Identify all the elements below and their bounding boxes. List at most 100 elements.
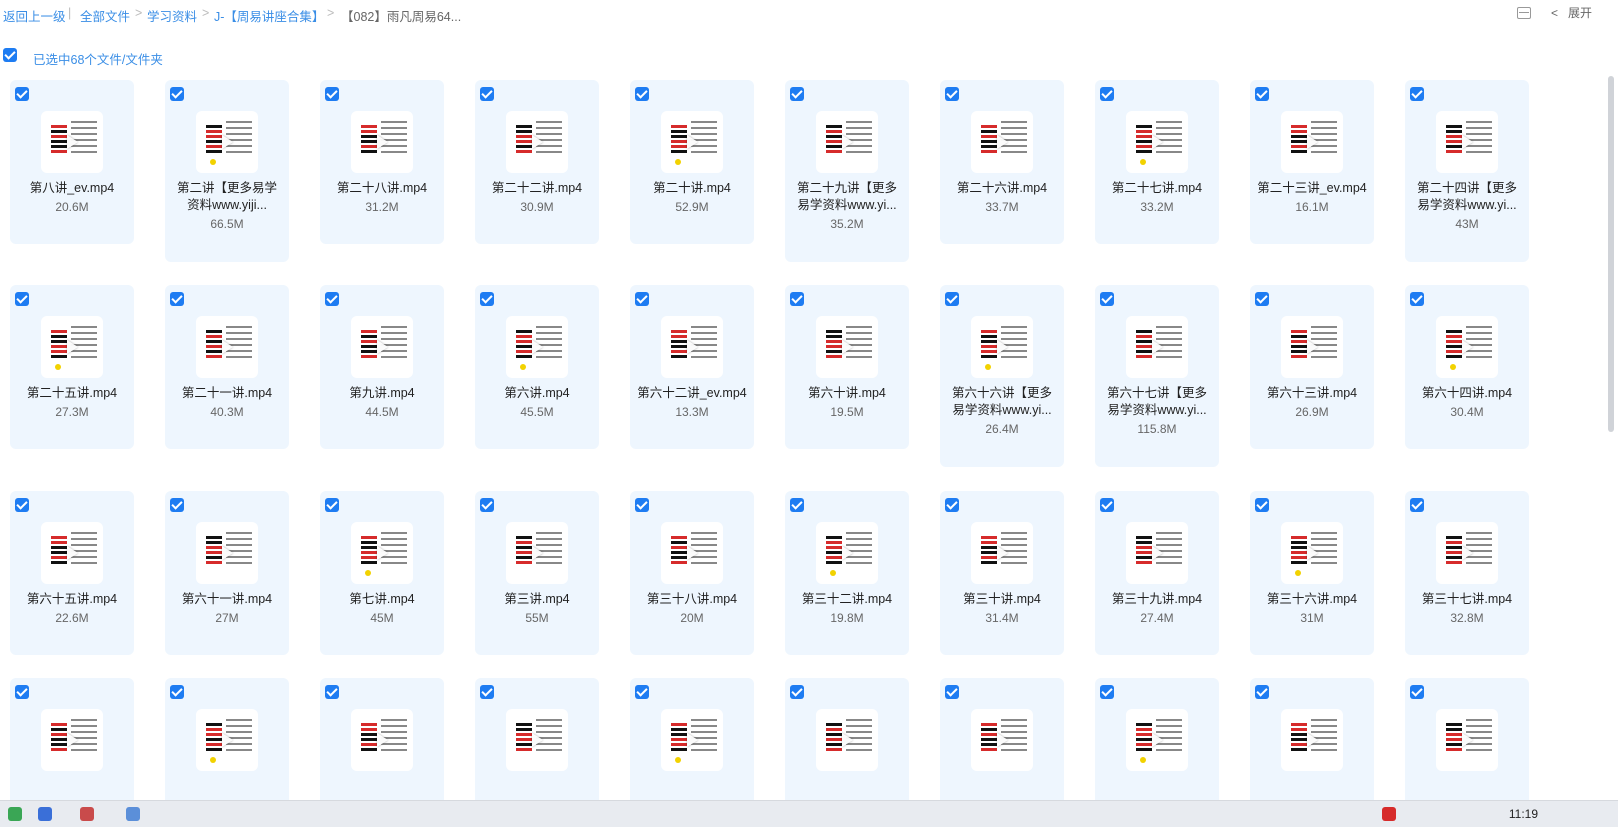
file-checkbox[interactable] (945, 292, 959, 306)
file-checkbox[interactable] (15, 498, 29, 512)
file-checkbox[interactable] (945, 685, 959, 699)
file-card[interactable]: 第二讲【更多易学资料www.yiji... 66.5M (165, 80, 289, 262)
scrollbar[interactable] (1608, 76, 1614, 432)
play-icon (687, 546, 698, 560)
file-card[interactable]: 第二十三讲_ev.mp4 16.1M (1250, 80, 1374, 244)
app-icon[interactable] (38, 807, 52, 821)
file-checkbox[interactable] (170, 87, 184, 101)
play-icon (1152, 340, 1163, 354)
file-checkbox[interactable] (480, 685, 494, 699)
file-card[interactable] (10, 678, 134, 800)
file-card[interactable]: 第三讲.mp4 55M (475, 491, 599, 655)
file-card[interactable]: 第六十三讲.mp4 26.9M (1250, 285, 1374, 449)
file-checkbox[interactable] (1100, 292, 1114, 306)
file-checkbox[interactable] (945, 87, 959, 101)
hexagram-icon (1446, 125, 1462, 155)
file-checkbox[interactable] (1255, 685, 1269, 699)
file-card[interactable]: 第三十八讲.mp4 20M (630, 491, 754, 655)
file-checkbox[interactable] (1410, 685, 1424, 699)
file-card[interactable] (1250, 678, 1374, 800)
file-checkbox[interactable] (1255, 292, 1269, 306)
file-checkbox[interactable] (635, 685, 649, 699)
file-checkbox[interactable] (1100, 498, 1114, 512)
back-link[interactable]: 返回上一级 (3, 6, 66, 25)
file-card[interactable] (1095, 678, 1219, 800)
file-card[interactable]: 第六讲.mp4 45.5M (475, 285, 599, 449)
app-icon[interactable] (126, 807, 140, 821)
file-card[interactable]: 第二十四讲【更多易学资料www.yi... 43M (1405, 80, 1529, 262)
file-card[interactable]: 第二十八讲.mp4 31.2M (320, 80, 444, 244)
breadcrumb-item-study[interactable]: 学习资料 (147, 6, 197, 25)
file-checkbox[interactable] (1100, 685, 1114, 699)
file-checkbox[interactable] (325, 292, 339, 306)
hexagram-icon (361, 536, 377, 566)
file-card[interactable]: 第三十六讲.mp4 31M (1250, 491, 1374, 655)
play-icon (1307, 733, 1318, 747)
file-checkbox[interactable] (1410, 292, 1424, 306)
file-checkbox[interactable] (480, 292, 494, 306)
file-checkbox[interactable] (1410, 498, 1424, 512)
list-view-icon[interactable] (1516, 6, 1531, 19)
file-checkbox[interactable] (635, 87, 649, 101)
app-icon[interactable] (80, 807, 94, 821)
file-card[interactable]: 第八讲_ev.mp4 20.6M (10, 80, 134, 244)
file-card[interactable]: 第六十四讲.mp4 30.4M (1405, 285, 1529, 449)
file-card[interactable]: 第三十二讲.mp4 19.8M (785, 491, 909, 655)
file-checkbox[interactable] (480, 87, 494, 101)
file-card[interactable]: 第三十九讲.mp4 27.4M (1095, 491, 1219, 655)
file-checkbox[interactable] (15, 292, 29, 306)
file-checkbox[interactable] (945, 498, 959, 512)
select-all-checkbox[interactable] (3, 48, 17, 62)
file-card[interactable] (1405, 678, 1529, 800)
clock: 11:19 (1508, 807, 1538, 821)
file-checkbox[interactable] (15, 685, 29, 699)
file-card[interactable]: 第六十五讲.mp4 22.6M (10, 491, 134, 655)
file-card[interactable] (320, 678, 444, 800)
file-checkbox[interactable] (1255, 87, 1269, 101)
file-card[interactable]: 第二十七讲.mp4 33.2M (1095, 80, 1219, 244)
file-checkbox[interactable] (325, 685, 339, 699)
file-card[interactable] (785, 678, 909, 800)
collapse-chevron-icon[interactable]: < (1551, 6, 1558, 20)
file-checkbox[interactable] (480, 498, 494, 512)
file-checkbox[interactable] (1100, 87, 1114, 101)
file-checkbox[interactable] (1410, 87, 1424, 101)
file-checkbox[interactable] (635, 498, 649, 512)
file-card[interactable]: 第九讲.mp4 44.5M (320, 285, 444, 449)
file-card[interactable] (940, 678, 1064, 800)
file-checkbox[interactable] (325, 87, 339, 101)
file-card[interactable]: 第六十讲.mp4 19.5M (785, 285, 909, 449)
file-card[interactable]: 第二十五讲.mp4 27.3M (10, 285, 134, 449)
file-card[interactable]: 第六十六讲【更多易学资料www.yi... 26.4M (940, 285, 1064, 467)
file-checkbox[interactable] (790, 292, 804, 306)
breadcrumb-item-all-files[interactable]: 全部文件 (80, 6, 130, 25)
file-checkbox[interactable] (790, 87, 804, 101)
file-card[interactable]: 第二十二讲.mp4 30.9M (475, 80, 599, 244)
file-card[interactable] (630, 678, 754, 800)
tray-icon[interactable] (1382, 807, 1396, 821)
file-card[interactable]: 第六十二讲_ev.mp4 13.3M (630, 285, 754, 449)
file-card[interactable] (165, 678, 289, 800)
expand-button[interactable]: 展开 (1568, 4, 1592, 21)
file-card[interactable]: 第三十七讲.mp4 32.8M (1405, 491, 1529, 655)
file-card[interactable]: 第六十一讲.mp4 27M (165, 491, 289, 655)
file-card[interactable]: 第二十一讲.mp4 40.3M (165, 285, 289, 449)
file-checkbox[interactable] (790, 685, 804, 699)
file-card[interactable]: 第二十六讲.mp4 33.7M (940, 80, 1064, 244)
file-checkbox[interactable] (170, 498, 184, 512)
file-card[interactable]: 第三十讲.mp4 31.4M (940, 491, 1064, 655)
file-card[interactable]: 第二十讲.mp4 52.9M (630, 80, 754, 244)
file-card[interactable]: 第七讲.mp4 45M (320, 491, 444, 655)
file-checkbox[interactable] (170, 292, 184, 306)
file-card[interactable]: 第六十七讲【更多易学资料www.yi... 115.8M (1095, 285, 1219, 467)
breadcrumb-item-zhouyi[interactable]: J-【周易讲座合集】 (214, 6, 324, 25)
file-checkbox[interactable] (790, 498, 804, 512)
file-card[interactable]: 第二十九讲【更多易学资料www.yi... 35.2M (785, 80, 909, 262)
file-checkbox[interactable] (1255, 498, 1269, 512)
file-checkbox[interactable] (15, 87, 29, 101)
app-icon[interactable] (8, 807, 22, 821)
file-checkbox[interactable] (635, 292, 649, 306)
file-checkbox[interactable] (170, 685, 184, 699)
file-card[interactable] (475, 678, 599, 800)
file-checkbox[interactable] (325, 498, 339, 512)
